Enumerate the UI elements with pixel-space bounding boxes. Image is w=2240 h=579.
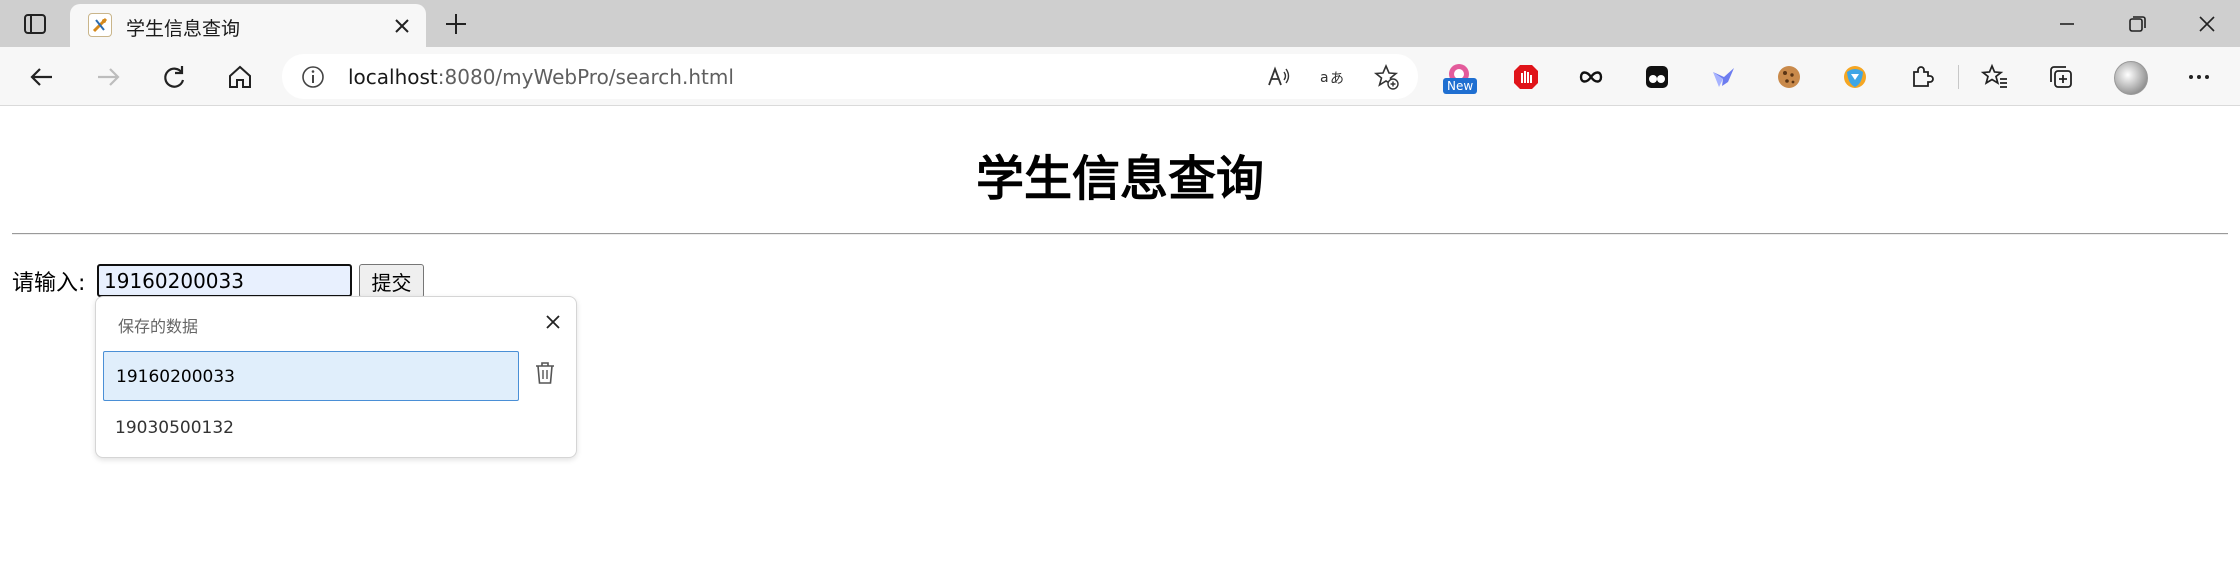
add-favorite-icon[interactable] [1372, 63, 1400, 91]
java-cup-favicon-icon [88, 13, 112, 37]
autofill-suggestion-selected[interactable]: 19160200033 [103, 351, 519, 401]
tampermonkey-extension-icon[interactable] [1642, 62, 1672, 92]
tab-actions-icon[interactable] [22, 11, 48, 37]
address-bar[interactable]: localhost:8080/myWebPro/search.html aあ [282, 54, 1418, 99]
close-tab-icon[interactable] [390, 14, 414, 38]
svg-text:あ: あ [1330, 71, 1344, 87]
page-content: 学生信息查询 请输入: 提交 保存的数据 19160200033 1903050… [0, 107, 2240, 579]
student-id-input[interactable] [97, 264, 352, 297]
infinity-extension-icon[interactable] [1576, 62, 1606, 92]
autofill-suggestion[interactable]: 19030500132 [103, 409, 519, 449]
search-label: 请输入: [12, 271, 86, 296]
extensions-puzzle-icon[interactable] [1906, 62, 1936, 92]
adblock-extension-icon[interactable] [1511, 62, 1541, 92]
trash-icon[interactable] [532, 359, 558, 387]
fox-extension-icon[interactable] [1840, 62, 1870, 92]
url-path: :8080/myWebPro/search.html [437, 65, 734, 89]
new-tab-icon[interactable] [442, 10, 470, 38]
suggestion-value: 19160200033 [116, 367, 235, 387]
profile-avatar[interactable] [2114, 61, 2148, 95]
close-window-icon[interactable] [2192, 10, 2222, 38]
collections-icon[interactable] [2046, 62, 2076, 92]
autofill-header: 保存的数据 [118, 317, 199, 336]
submit-button[interactable]: 提交 [359, 264, 424, 298]
home-icon[interactable] [224, 61, 256, 93]
toolbar-separator [1958, 65, 1959, 89]
cookie-extension-icon[interactable] [1774, 62, 1804, 92]
suggestion-value: 19030500132 [115, 418, 234, 438]
page-title: 学生信息查询 [975, 151, 1264, 207]
translate-icon[interactable]: aあ [1318, 63, 1346, 91]
refresh-icon[interactable] [158, 61, 190, 93]
back-arrow-icon[interactable] [26, 61, 58, 93]
tab-strip: 学生信息查询 [0, 0, 2240, 47]
url-text: localhost:8080/myWebPro/search.html [348, 65, 734, 89]
browser-toolbar: localhost:8080/myWebPro/search.html aあ N… [0, 47, 2240, 106]
forward-arrow-icon[interactable] [92, 61, 124, 93]
browser-tab[interactable]: 学生信息查询 [70, 4, 426, 47]
autofill-popup: 保存的数据 19160200033 19030500132 [95, 296, 577, 458]
bird-extension-icon[interactable] [1708, 62, 1738, 92]
url-host: localhost [348, 65, 438, 89]
more-icon[interactable] [2184, 62, 2214, 92]
restore-icon[interactable] [2122, 10, 2152, 38]
favorites-icon[interactable] [1980, 62, 2010, 92]
close-icon[interactable] [542, 311, 564, 333]
tab-title: 学生信息查询 [126, 18, 241, 40]
site-info-icon[interactable] [300, 64, 326, 90]
horizontal-rule [12, 233, 2228, 235]
minimize-icon[interactable] [2052, 10, 2082, 38]
read-aloud-icon[interactable] [1264, 63, 1292, 91]
new-badge: New [1443, 78, 1478, 94]
svg-text:a: a [1320, 70, 1329, 86]
